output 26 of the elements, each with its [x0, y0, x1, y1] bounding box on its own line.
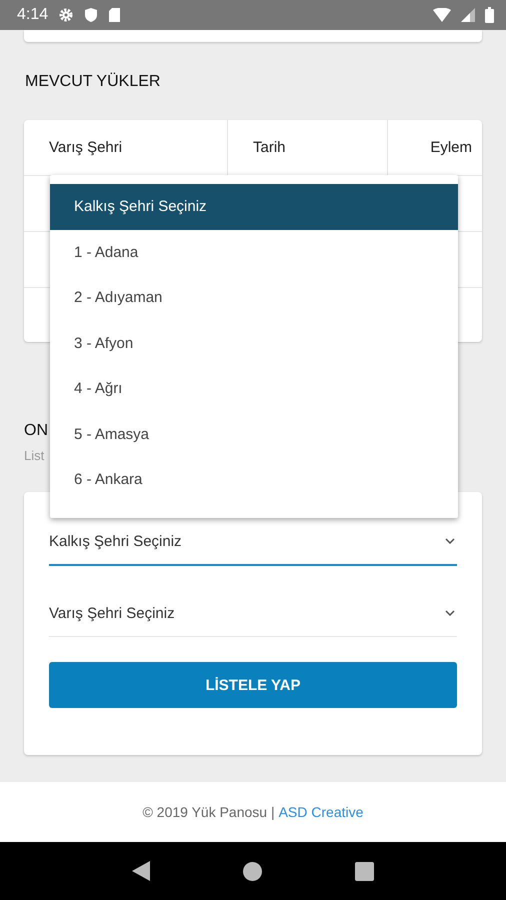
- list-button[interactable]: LİSTELE YAP: [49, 662, 457, 708]
- chevron-down-icon: [445, 610, 455, 616]
- status-time: 4:14: [17, 6, 48, 24]
- battery-icon: [485, 7, 494, 23]
- home-icon[interactable]: [242, 862, 262, 880]
- section-title: ON: [24, 422, 48, 440]
- dropdown-option[interactable]: 3 - Afyon: [50, 320, 458, 366]
- dropdown-option[interactable]: 1 - Adana: [50, 230, 458, 275]
- dropdown-option[interactable]: 6 - Ankara: [50, 457, 458, 502]
- city-select[interactable]: Varış Şehri Seçiniz: [49, 590, 457, 637]
- column-header: Eylem: [429, 138, 473, 158]
- dropdown-option[interactable]: 4 - Ağrı: [50, 366, 458, 412]
- dropdown-option[interactable]: 5 - Amasya: [50, 412, 458, 457]
- signal-icon: [461, 8, 475, 22]
- chevron-down-icon: [445, 538, 455, 544]
- shield-icon: [84, 7, 98, 23]
- dropdown-option[interactable]: Kalkış Şehri Seçiniz: [50, 184, 458, 230]
- section-title: MEVCUT YÜKLER: [25, 72, 162, 92]
- sd-card-icon: [108, 7, 122, 23]
- back-icon[interactable]: [132, 861, 150, 881]
- copyright-text: © 2019 Yük Panosu |: [142, 804, 275, 820]
- recent-apps-icon[interactable]: [355, 862, 374, 880]
- wifi-icon: [433, 8, 451, 22]
- dropdown-option[interactable]: 2 - Adıyaman: [50, 275, 458, 320]
- gear-icon: [58, 7, 74, 23]
- section-subtitle: List: [24, 448, 44, 463]
